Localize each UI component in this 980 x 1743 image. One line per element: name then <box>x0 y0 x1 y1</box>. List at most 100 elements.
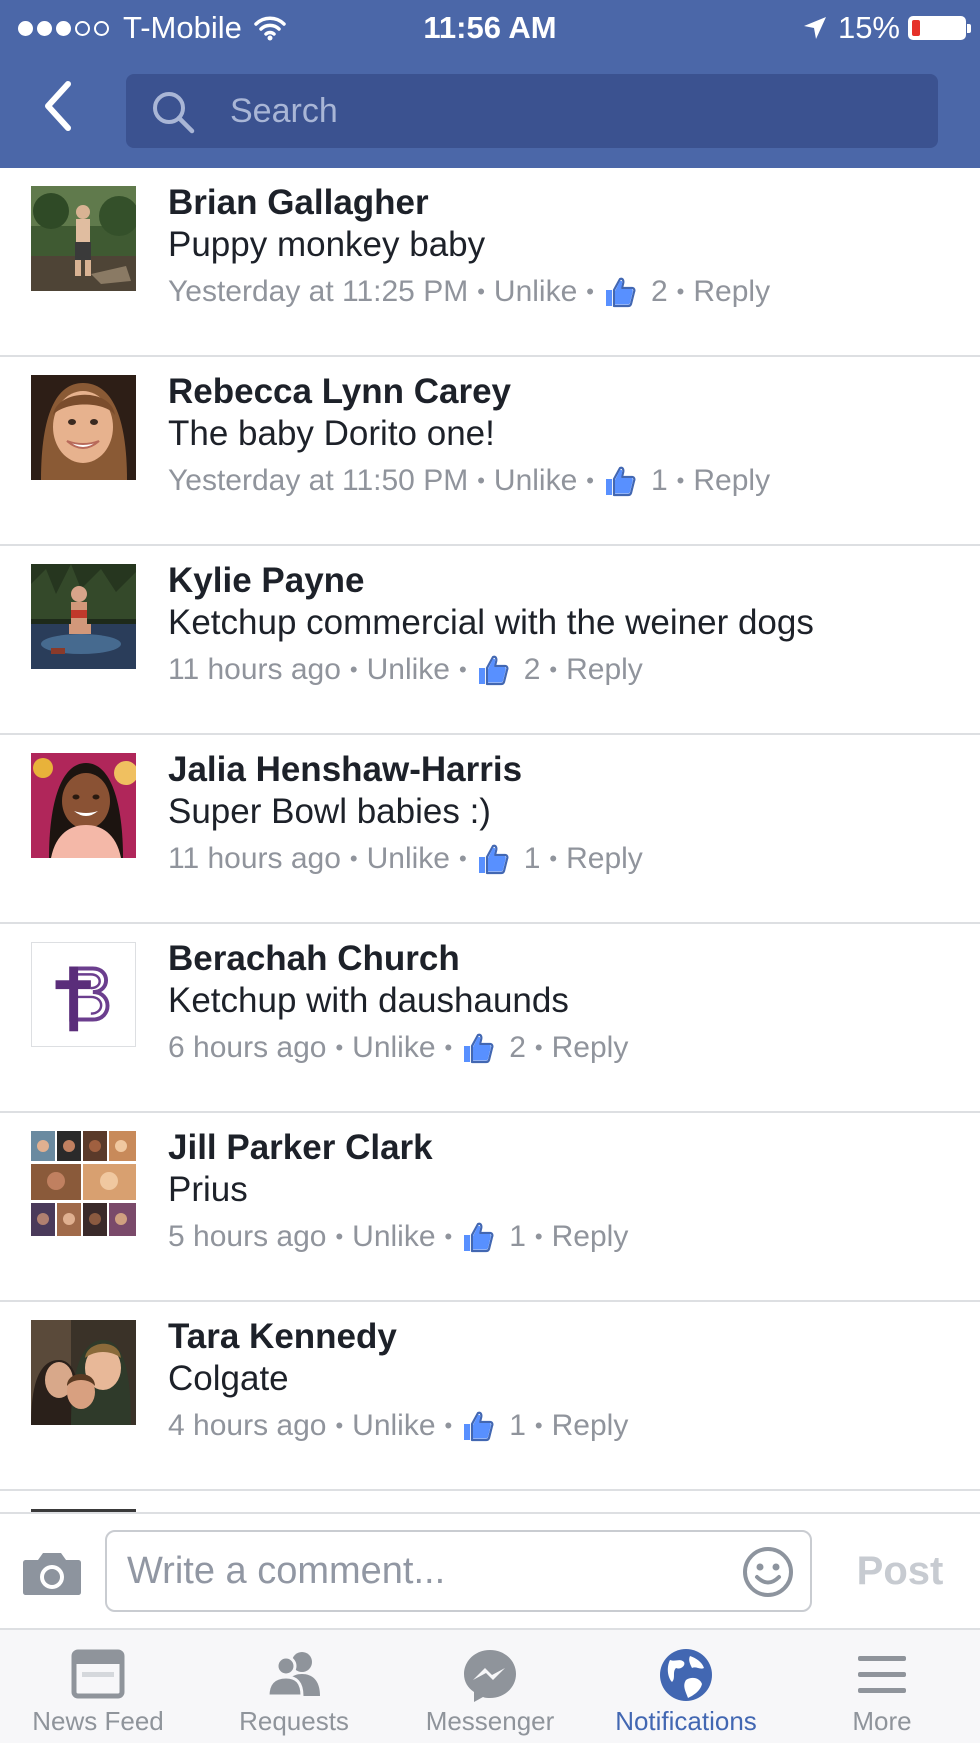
separator-dot: • <box>549 846 558 871</box>
separator-dot: • <box>444 1224 453 1249</box>
avatar[interactable] <box>31 1131 136 1236</box>
comment-author[interactable]: Kylie Payne <box>168 560 960 602</box>
separator-dot: • <box>459 657 467 682</box>
comment-meta: Yesterday at 11:50 PM • Unlike • 1 • Rep… <box>168 461 960 501</box>
thumbs-up-icon[interactable] <box>603 275 637 309</box>
avatar[interactable] <box>31 753 136 858</box>
thumbs-up-icon[interactable] <box>603 464 637 498</box>
comment-body: Jill Parker Clark Prius 5 hours ago • Un… <box>168 1127 960 1257</box>
comment-timestamp: 11 hours ago <box>168 653 341 686</box>
battery-level-fill <box>912 20 920 36</box>
thumbs-up-icon[interactable] <box>461 1220 495 1254</box>
battery-icon <box>908 16 971 40</box>
reply-link[interactable]: Reply <box>566 650 643 690</box>
comment-meta: 11 hours ago • Unlike • 1 • Reply <box>168 839 960 879</box>
comment-author[interactable]: Berachah Church <box>168 938 960 980</box>
comment-timestamp: Yesterday at 11:50 PM <box>168 464 469 497</box>
separator-dot: • <box>477 468 485 493</box>
comment-input[interactable] <box>127 1532 707 1610</box>
separator-dot: • <box>586 468 594 493</box>
comment-text: Colgate <box>168 1359 289 1398</box>
hamburger-menu-icon <box>858 1656 906 1693</box>
tab-label: More <box>852 1706 912 1736</box>
thumbs-up-icon[interactable] <box>461 1031 495 1065</box>
tab-more[interactable]: More <box>784 1630 980 1743</box>
comment-body: Kylie Payne Ketchup commercial with the … <box>168 560 960 690</box>
location-arrow-icon <box>803 17 826 39</box>
tab-requests[interactable]: Requests <box>196 1630 392 1743</box>
reply-link[interactable]: Reply <box>552 1406 629 1446</box>
app-header: T-Mobile 11:56 AM 15% <box>0 0 980 168</box>
comment-timestamp: 11 hours ago <box>168 842 341 875</box>
unlike-link[interactable]: Unlike <box>367 650 450 690</box>
tab-news-feed[interactable]: News Feed <box>0 1630 196 1743</box>
separator-dot: • <box>335 1224 344 1249</box>
like-count[interactable]: 1 <box>509 1217 526 1257</box>
comment-body: Brian Gallagher Puppy monkey baby Yester… <box>168 182 960 312</box>
tab-bar: News Feed Requests Messenger Notificatio… <box>0 1628 980 1743</box>
reply-link[interactable]: Reply <box>552 1028 629 1068</box>
comment-item: Rebecca Lynn Carey The baby Dorito one! … <box>0 357 980 546</box>
unlike-link[interactable]: Unlike <box>352 1217 435 1257</box>
comment-text: Ketchup with daushaunds <box>168 981 569 1020</box>
thumbs-up-icon[interactable] <box>476 842 510 876</box>
separator-dot: • <box>349 657 358 682</box>
comment-meta: 11 hours ago • Unlike • 2 • Reply <box>168 650 960 690</box>
tab-label: News Feed <box>32 1706 164 1736</box>
like-count[interactable]: 1 <box>509 1406 526 1446</box>
separator-dot: • <box>444 1035 453 1060</box>
unlike-link[interactable]: Unlike <box>494 272 577 312</box>
unlike-link[interactable]: Unlike <box>352 1406 435 1446</box>
avatar[interactable] <box>31 942 136 1047</box>
like-count[interactable]: 1 <box>524 839 541 879</box>
comment-author[interactable]: Brian Gallagher <box>168 182 960 224</box>
reply-link[interactable]: Reply <box>566 839 643 879</box>
reply-link[interactable]: Reply <box>693 461 770 501</box>
separator-dot: • <box>477 279 485 304</box>
unlike-link[interactable]: Unlike <box>494 461 577 501</box>
tab-label: Requests <box>239 1706 349 1736</box>
search-bar[interactable] <box>126 74 938 148</box>
comment-author[interactable]: Jill Parker Clark <box>168 1127 960 1169</box>
thumbs-up-icon[interactable] <box>461 1409 495 1443</box>
avatar[interactable] <box>31 1320 136 1425</box>
avatar[interactable] <box>31 375 136 480</box>
separator-dot: • <box>335 1035 344 1060</box>
tab-label: Messenger <box>425 1706 555 1736</box>
smiley-icon[interactable] <box>742 1546 794 1598</box>
avatar[interactable] <box>31 186 136 291</box>
tab-notifications[interactable]: Notifications <box>588 1630 784 1743</box>
comment-item: Jill Parker Clark Prius 5 hours ago • Un… <box>0 1113 980 1302</box>
post-button[interactable]: Post <box>840 1538 960 1604</box>
like-count[interactable]: 2 <box>524 650 541 690</box>
avatar[interactable] <box>31 564 136 669</box>
like-count[interactable]: 2 <box>651 272 668 312</box>
comment-body: Berachah Church Ketchup with daushaunds … <box>168 938 960 1068</box>
thumbs-up-icon[interactable] <box>476 653 510 687</box>
comment-item: Tara Kennedy Colgate 4 hours ago • Unlik… <box>0 1302 980 1491</box>
comment-body: Jalia Henshaw-Harris Super Bowl babies :… <box>168 749 960 879</box>
comment-meta: Yesterday at 11:25 PM • Unlike • 2 • Rep… <box>168 272 960 312</box>
tab-messenger[interactable]: Messenger <box>392 1630 588 1743</box>
unlike-link[interactable]: Unlike <box>367 839 450 879</box>
camera-icon[interactable] <box>22 1548 82 1596</box>
like-count[interactable]: 1 <box>651 461 668 501</box>
like-count[interactable]: 2 <box>509 1028 526 1068</box>
comment-author[interactable]: Jalia Henshaw-Harris <box>168 749 960 791</box>
separator-dot: • <box>549 657 558 682</box>
battery-percent: 15% <box>837 10 900 45</box>
comment-item: Brian Gallagher Puppy monkey baby Yester… <box>0 168 980 357</box>
reply-link[interactable]: Reply <box>693 272 770 312</box>
unlike-link[interactable]: Unlike <box>352 1028 435 1068</box>
comment-timestamp: 5 hours ago <box>168 1220 327 1253</box>
comment-field[interactable] <box>105 1530 812 1612</box>
back-button[interactable] <box>30 78 86 134</box>
comment-author[interactable]: Rebecca Lynn Carey <box>168 371 960 413</box>
messenger-icon <box>464 1650 516 1702</box>
comment-list: Brian Gallagher Puppy monkey baby Yester… <box>0 168 980 1512</box>
search-input[interactable] <box>230 74 910 148</box>
reply-link[interactable]: Reply <box>552 1217 629 1257</box>
comment-author[interactable]: Tara Kennedy <box>168 1316 960 1358</box>
comment-text: Super Bowl babies :) <box>168 792 491 831</box>
tab-label: Notifications <box>615 1706 757 1736</box>
